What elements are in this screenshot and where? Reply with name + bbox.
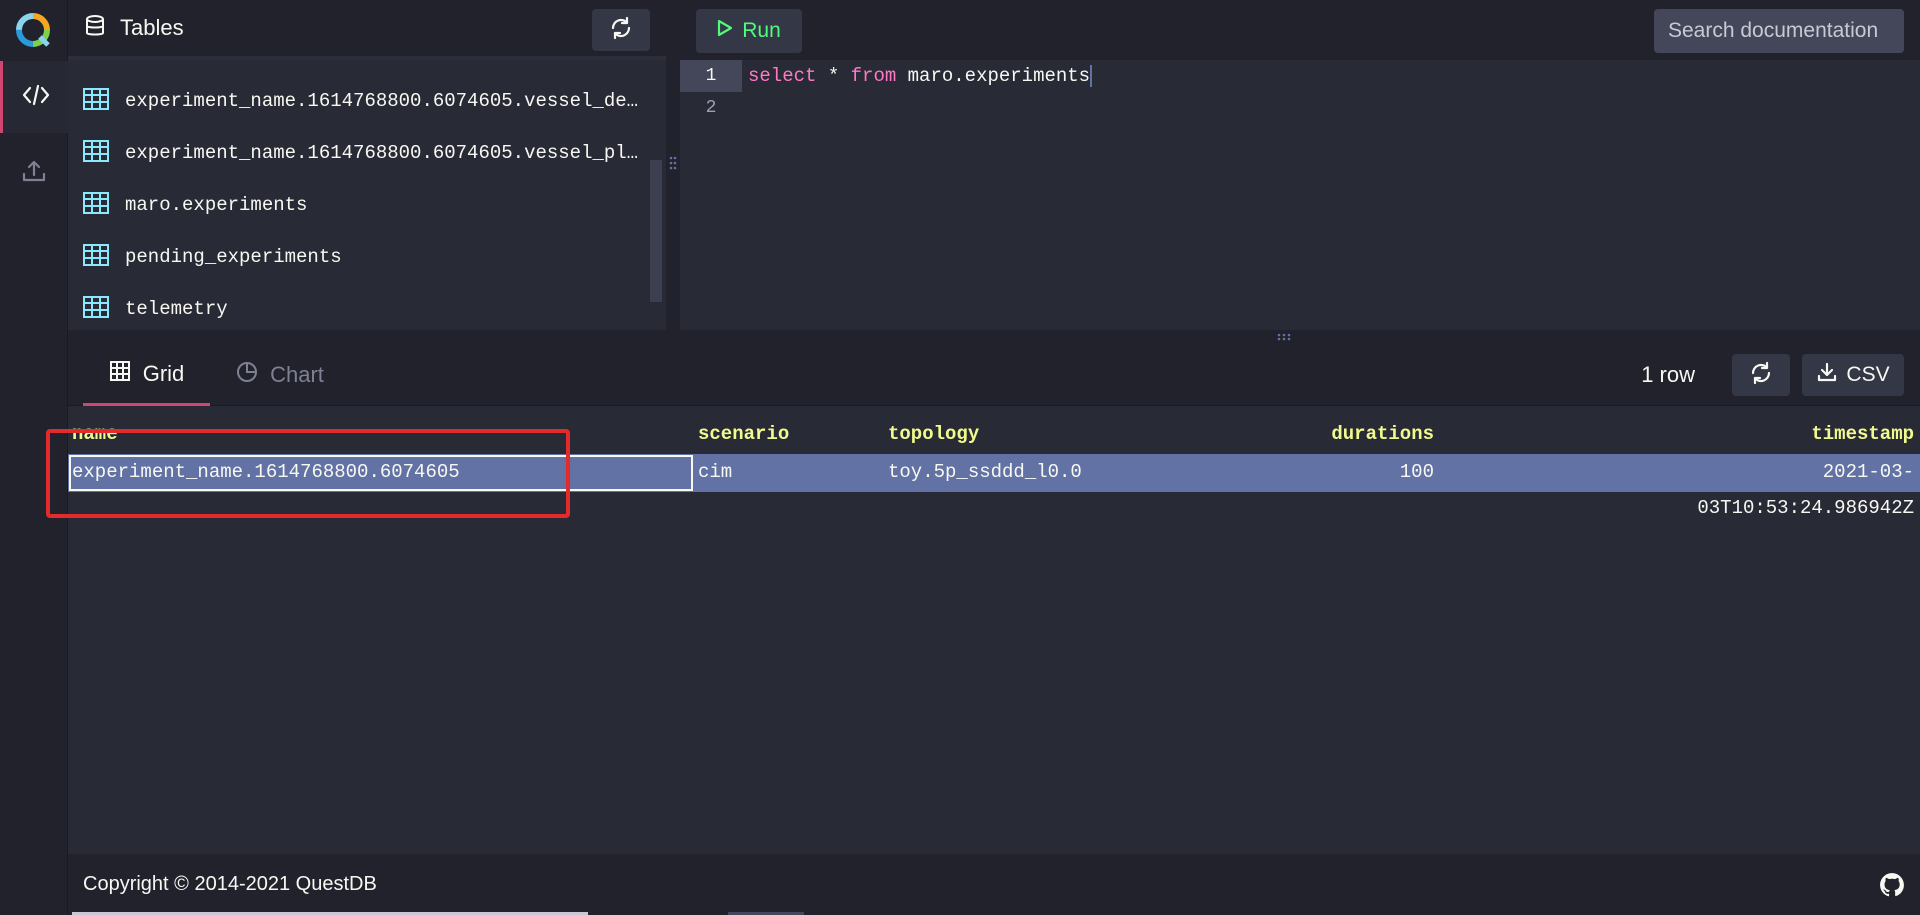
sql-token: maro.experiments	[896, 65, 1091, 87]
line-number: 2	[705, 98, 717, 118]
table-icon	[83, 243, 109, 271]
cell-topology[interactable]: toy.5p_ssddd_l0.0	[888, 454, 1082, 490]
code-editor-nav-button[interactable]	[0, 61, 68, 133]
code-line[interactable]: select * from maro.experiments	[748, 60, 1093, 92]
upload-icon	[21, 158, 47, 189]
import-nav-button[interactable]	[0, 137, 68, 209]
cell-scenario[interactable]: cim	[698, 454, 732, 490]
annotation-highlight-box	[46, 429, 570, 518]
line-number: 1	[680, 60, 742, 92]
refresh-icon	[609, 16, 633, 45]
table-icon	[83, 87, 109, 115]
sql-keyword: select	[748, 65, 817, 87]
tab-grid-label: Grid	[142, 360, 185, 386]
tab-chart-label: Chart	[270, 362, 324, 387]
table-item-label: maro.experiments	[125, 194, 308, 216]
sql-keyword: from	[850, 65, 897, 87]
pie-chart-icon	[236, 361, 258, 389]
row-count: 1 row	[1641, 362, 1695, 387]
run-button[interactable]: Run	[696, 9, 802, 53]
results-toolbar: Grid Chart 1 row CSV	[68, 344, 1920, 406]
csv-button-label: CSV	[1846, 363, 1890, 386]
column-header-durations[interactable]: durations	[1308, 416, 1434, 452]
run-button-label: Run	[742, 19, 781, 42]
sql-token: *	[816, 65, 851, 87]
play-icon	[717, 19, 733, 43]
tab-grid[interactable]: Grid	[83, 344, 210, 406]
table-item[interactable]: experiment_name.1614768800.6074605.vesse…	[68, 75, 650, 127]
cell-timestamp[interactable]: 2021-03-03T10:53:24.986942Z	[1608, 454, 1914, 519]
csv-download-button[interactable]: CSV	[1802, 354, 1904, 396]
table-icon	[83, 191, 109, 219]
line-number-gutter: 1 2	[680, 60, 742, 330]
tables-title: Tables	[120, 15, 184, 40]
table-item[interactable]: telemetry	[68, 283, 650, 335]
column-header-scenario[interactable]: scenario	[698, 416, 789, 452]
table-item-label: experiment_name.1614768800.6074605.vesse…	[125, 90, 639, 112]
tables-refresh-button[interactable]	[592, 9, 650, 51]
refresh-icon	[1749, 361, 1773, 390]
editor-toolbar: Run	[680, 0, 1920, 60]
table-list: experiment_name.1614768800.6074605.vesse…	[68, 75, 650, 335]
tables-panel: Tables experiment_name.1614768800.607460…	[68, 0, 666, 330]
table-item[interactable]: pending_experiments	[68, 231, 650, 283]
github-icon[interactable]	[1879, 872, 1905, 898]
results-refresh-button[interactable]	[1732, 354, 1790, 396]
table-icon	[83, 295, 109, 323]
download-icon	[1816, 361, 1838, 389]
cell-durations[interactable]: 100	[1308, 454, 1434, 490]
horizontal-splitter[interactable]	[68, 330, 1920, 344]
table-item[interactable]: experiment_name.1614768800.6074605.vesse…	[68, 127, 650, 179]
sql-editor[interactable]: 1 2 select * from maro.experiments	[680, 60, 1920, 330]
table-item-label: telemetry	[125, 298, 228, 320]
questdb-logo-icon[interactable]	[14, 11, 52, 49]
search-documentation-input[interactable]	[1654, 9, 1904, 53]
tables-header: Tables	[68, 0, 666, 60]
footer: Copyright © 2014-2021 QuestDB	[68, 854, 1920, 915]
tab-chart[interactable]: Chart	[225, 344, 335, 406]
vertical-splitter[interactable]	[666, 0, 680, 330]
table-icon	[83, 139, 109, 167]
column-header-timestamp[interactable]: timestamp	[1668, 416, 1914, 452]
table-item-label: experiment_name.1614768800.6074605.vesse…	[125, 142, 639, 164]
text-cursor	[1090, 64, 1093, 87]
grid-icon	[109, 360, 131, 388]
copyright-text: Copyright © 2014-2021 QuestDB	[83, 873, 377, 895]
column-header-topology[interactable]: topology	[888, 416, 979, 452]
tables-scrollbar[interactable]	[650, 160, 662, 302]
table-item-label: pending_experiments	[125, 246, 342, 268]
drag-handle-icon	[669, 155, 677, 176]
database-icon	[84, 14, 106, 43]
code-icon	[22, 83, 50, 112]
table-item[interactable]: maro.experiments	[68, 179, 650, 231]
